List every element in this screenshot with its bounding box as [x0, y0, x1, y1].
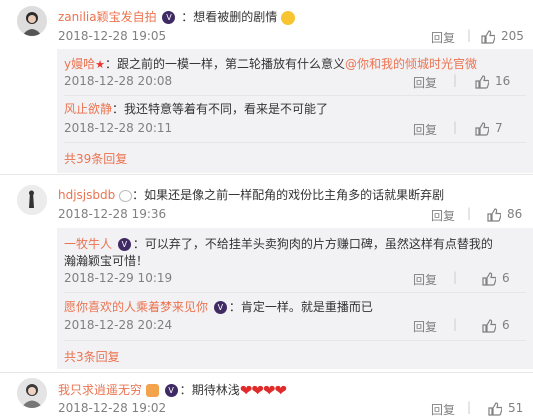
- thumbs-up-icon: [475, 121, 489, 136]
- comment-line: hdjsjsbdb ：如果还是像之前一样配角的戏份比主角多的话就果断弃剧: [58, 186, 444, 203]
- member-badge-icon: V: [117, 238, 131, 251]
- avatar[interactable]: [17, 185, 47, 215]
- thumbs-up-icon: [488, 401, 502, 416]
- reply-button[interactable]: 回复: [431, 401, 455, 418]
- like-count: 6: [502, 271, 510, 285]
- like-count: 51: [508, 401, 524, 415]
- like-button[interactable]: 6: [482, 318, 510, 333]
- timestamp: 2018-12-28 20:11: [64, 121, 173, 135]
- reply-button[interactable]: 回复: [413, 74, 437, 91]
- separator: ：: [179, 383, 192, 397]
- more-replies-link[interactable]: 共39条回复: [64, 150, 127, 167]
- divider-line: [64, 292, 526, 293]
- reply-button[interactable]: 回复: [413, 271, 437, 288]
- divider: |: [453, 270, 458, 284]
- reply-line: 风止欲静：我还特意等着有不同，看来是不可能了: [64, 100, 328, 117]
- timestamp: 2018-12-28 19:36: [58, 207, 167, 221]
- like-button[interactable]: 51: [488, 401, 523, 416]
- reply-text: 我还特意等着有不同，看来是不可能了: [124, 102, 329, 116]
- comment-divider: [0, 372, 533, 373]
- like-button[interactable]: 7: [475, 121, 503, 136]
- avatar[interactable]: [17, 378, 47, 408]
- like-button[interactable]: 16: [475, 74, 510, 89]
- divider: |: [467, 206, 472, 220]
- separator: ：: [104, 57, 117, 71]
- like-button[interactable]: 6: [482, 271, 510, 286]
- separator: ：: [112, 102, 125, 116]
- username[interactable]: y嫚哈: [64, 57, 95, 71]
- like-count: 6: [502, 318, 510, 332]
- reply-line: y嫚哈★：跟之前的一模一样，第二轮播放有什么意义@你和我的倾城时光官微: [64, 55, 477, 72]
- emoji-icon: [145, 384, 159, 397]
- reply-text: 肯定一样。就是重播而已: [240, 300, 373, 314]
- thumbs-up-icon: [481, 29, 495, 44]
- divider: |: [467, 28, 472, 42]
- reply-button[interactable]: 回复: [413, 318, 437, 335]
- username[interactable]: 我只求逍遥无穷: [58, 383, 142, 397]
- more-replies-link[interactable]: 共3条回复: [64, 348, 120, 365]
- divider-line: [64, 142, 526, 143]
- member-badge-icon: V: [213, 301, 227, 314]
- separator: ：: [132, 237, 145, 251]
- username[interactable]: 愿你喜欢的人乘着梦来见你: [64, 300, 208, 314]
- username[interactable]: hdjsjsbdb: [58, 188, 115, 202]
- panda-icon: [119, 189, 133, 202]
- comment-line: 我只求逍遥无穷 V ：期待林浅❤❤❤❤: [58, 381, 287, 400]
- separator: ：: [228, 300, 241, 314]
- timestamp: 2018-12-28 19:05: [58, 29, 167, 43]
- reply-button[interactable]: 回复: [431, 29, 455, 46]
- reply-line: 一牧牛人 V ：可以弃了，不给挂羊头卖狗肉的片方赚口碑，虽然这样有点替我的: [64, 235, 493, 252]
- separator: ：: [181, 10, 194, 24]
- reply-text-continued: 瀚瀚颖宝可惜！: [64, 254, 149, 268]
- like-count: 205: [501, 29, 524, 43]
- avatar[interactable]: [17, 6, 47, 36]
- like-button[interactable]: 205: [481, 29, 524, 44]
- mention-link[interactable]: @你和我的倾城时光官微: [345, 57, 477, 71]
- separator: ：: [132, 188, 145, 202]
- divider: |: [467, 400, 472, 414]
- heart-icons: ❤❤❤❤: [239, 381, 287, 400]
- member-badge-icon: V: [164, 384, 178, 397]
- username[interactable]: zanilia颖宝发自拍: [58, 10, 157, 24]
- divider-line: [64, 340, 526, 341]
- divider: |: [453, 120, 458, 134]
- thumbs-up-icon: [482, 271, 496, 286]
- divider: |: [453, 317, 458, 331]
- like-count: 7: [495, 121, 503, 135]
- reply-button[interactable]: 回复: [431, 207, 455, 224]
- timestamp: 2018-12-29 10:19: [64, 271, 173, 285]
- divider: |: [453, 73, 458, 87]
- timestamp: 2018-12-28 19:02: [58, 401, 167, 415]
- thumbs-up-icon: [475, 74, 489, 89]
- thumbs-up-icon: [482, 318, 496, 333]
- divider-line: [64, 95, 526, 96]
- like-button[interactable]: 86: [487, 207, 522, 222]
- reply-text: 跟之前的一模一样，第二轮播放有什么意义: [117, 57, 346, 71]
- comment-divider: [0, 174, 533, 175]
- smile-emoji-icon: [281, 10, 296, 25]
- reply-line: 愿你喜欢的人乘着梦来见你 V ：肯定一样。就是重播而已: [64, 298, 373, 315]
- username[interactable]: 风止欲静: [64, 102, 112, 116]
- reply-button[interactable]: 回复: [413, 121, 437, 138]
- reply-text: 可以弃了，不给挂羊头卖狗肉的片方赚口碑，虽然这样有点替我的: [144, 237, 493, 251]
- member-badge-icon: V: [162, 11, 176, 24]
- timestamp: 2018-12-28 20:08: [64, 74, 173, 88]
- username[interactable]: 一牧牛人: [64, 237, 112, 251]
- comment-text: 想看被删的剧情: [193, 10, 278, 24]
- comment-line: zanilia颖宝发自拍 V ：想看被删的剧情: [58, 8, 296, 25]
- thumbs-up-icon: [487, 207, 501, 222]
- like-count: 86: [507, 207, 523, 221]
- like-count: 16: [495, 74, 511, 88]
- timestamp: 2018-12-28 20:24: [64, 318, 173, 332]
- comment-text: 如果还是像之前一样配角的戏份比主角多的话就果断弃剧: [144, 188, 445, 202]
- comment-text: 期待林浅: [191, 383, 240, 397]
- star-icon: ★: [95, 58, 105, 71]
